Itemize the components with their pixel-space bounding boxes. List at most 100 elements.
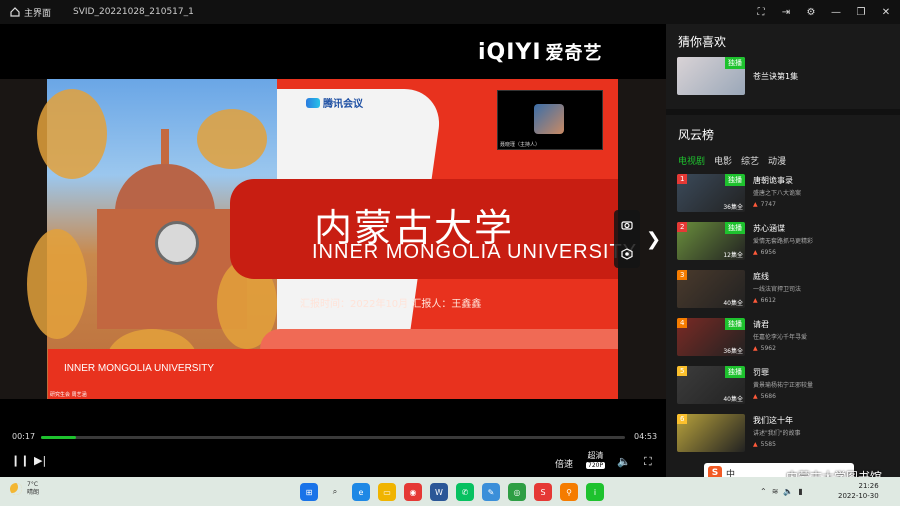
foliage <box>37 89 107 179</box>
section-divider <box>666 109 900 115</box>
rank-item-heat: ▲ 6612 <box>753 297 776 304</box>
tab-tv[interactable]: 电视剧 <box>678 154 705 167</box>
volume-icon[interactable]: 🔈 <box>617 455 631 468</box>
file-title: SVID_20221028_210517_1 <box>73 7 194 17</box>
rank-number: 5 <box>677 366 688 376</box>
episode-count: 40集全 <box>723 396 743 403</box>
episode-count: 40集全 <box>723 300 743 307</box>
quality-button[interactable]: 超清 720P <box>586 450 606 469</box>
rank-item-title: 庭线 <box>753 272 769 281</box>
window-controls: ⛶ ⇥ ⚙ — ❐ ✕ <box>755 0 892 24</box>
sidebar-toggle-chevron-icon[interactable]: ❯ <box>646 229 661 250</box>
title-bar: 主界面 SVID_20221028_210517_1 ⛶ ⇥ ⚙ — ❐ ✕ <box>0 0 900 24</box>
tab-anime[interactable]: 动漫 <box>768 154 786 167</box>
heat-value: 6612 <box>760 297 776 304</box>
search-icon[interactable]: ⌕ <box>326 483 344 501</box>
wifi-icon[interactable]: ≋ <box>772 487 779 496</box>
exclusive-badge: 独播 <box>725 174 745 186</box>
iqiyi-app-icon[interactable]: i <box>586 483 604 501</box>
rank-thumbnail: 6 <box>677 414 745 452</box>
rank-thumbnail: 3 40集全 <box>677 270 745 308</box>
rank-item[interactable]: 6 我们这十年 讲述"我们"的故事 ▲ 5585 <box>677 414 892 454</box>
screenshot-icon[interactable]: ⛶ <box>755 6 767 18</box>
rank-item-desc: 一线法官捍卫司法 <box>753 286 802 293</box>
minimize-icon[interactable]: — <box>830 6 842 18</box>
heat-value: 5585 <box>760 441 776 448</box>
close-icon[interactable]: ✕ <box>880 6 892 18</box>
progress-track[interactable] <box>41 436 625 439</box>
rank-number: 4 <box>677 318 688 328</box>
guess-item-name: 苍兰诀第1集 <box>753 72 799 81</box>
search-app-icon[interactable]: ⚲ <box>560 483 578 501</box>
rank-number: 6 <box>677 414 688 424</box>
clock-date: 2022-10-30 <box>838 492 879 500</box>
word-icon[interactable]: W <box>430 483 448 501</box>
feather-app-icon[interactable]: ✎ <box>482 483 500 501</box>
rank-item-desc: 任嘉伦李沁千年寻爱 <box>753 334 808 341</box>
camera-icon[interactable] <box>621 219 633 231</box>
exclusive-badge: 独播 <box>725 318 745 330</box>
slide-meta: 汇报时间：2022年10月 汇报人：王鑫鑫 <box>300 299 482 310</box>
ai-recognize-icon[interactable] <box>621 247 633 260</box>
video-player[interactable]: iQIYI 爱奇艺 腾讯会议 内蒙古大学 INNER MONGOLIA UNIVE… <box>0 24 666 477</box>
exclusive-badge: 独播 <box>725 222 745 234</box>
battery-icon[interactable]: ▮ <box>798 487 802 496</box>
player-controls: ❙❙ ▶| 倍速 超清 720P 🔈 ⛶ <box>0 450 666 476</box>
tab-variety[interactable]: 综艺 <box>741 154 759 167</box>
episode-count: 12集全 <box>723 252 743 259</box>
pause-icon[interactable]: ❙❙ <box>11 454 29 467</box>
fire-icon: ▲ <box>753 441 758 448</box>
weather-condition: 晴朗 <box>27 489 40 496</box>
exclusive-badge: 独播 <box>725 366 745 378</box>
edge-browser-icon[interactable]: e <box>352 483 370 501</box>
rank-item-desc: 爱情无套路抓马更精彩 <box>753 238 814 245</box>
home-button[interactable]: 主界面 <box>10 6 51 19</box>
cast-icon[interactable]: ⇥ <box>780 6 792 18</box>
foliage <box>27 229 87 339</box>
watermark-cn: 爱奇艺 <box>545 43 603 64</box>
rank-title: 风云榜 <box>678 128 715 142</box>
weather-widget[interactable]: 7°C 晴朗 <box>10 481 39 497</box>
fire-icon: ▲ <box>753 297 758 304</box>
guess-item[interactable]: 独播 苍兰诀第1集 <box>677 57 887 97</box>
rank-number: 2 <box>677 222 688 232</box>
slide-lower-band <box>48 349 618 399</box>
system-tray: ⌃ ≋ 🔈 ▮ <box>760 487 803 496</box>
rank-item[interactable]: 3 40集全 庭线一线法官捍卫司法 ▲ 6612 <box>677 270 892 310</box>
next-episode-icon[interactable]: ▶| <box>34 454 46 467</box>
chrome-icon[interactable]: ◉ <box>404 483 422 501</box>
watermark-brand: iQIYI <box>478 40 542 65</box>
rank-item-desc: 黄景瑜杨祐宁正邪较量 <box>753 382 814 389</box>
fire-icon: ▲ <box>753 249 758 256</box>
sogou-app-icon[interactable]: S <box>534 483 552 501</box>
settings-gear-icon[interactable]: ⚙ <box>805 6 817 18</box>
rank-item[interactable]: 1 独播 36集全 唐朝诡事录 盛唐之下八大诡案 ▲ 7747 <box>677 174 892 214</box>
rank-number: 1 <box>677 174 688 184</box>
taskbar-clock[interactable]: 21:26 2022-10-30 <box>838 481 879 501</box>
clock-time: 21:26 <box>858 482 879 490</box>
tab-movie[interactable]: 电影 <box>714 154 732 167</box>
foliage <box>197 109 267 169</box>
host-video-tile: 聂晓瑾（主持人） <box>497 90 603 150</box>
rank-item[interactable]: 4 独播 36集全 请君 任嘉伦李沁千年寻爱 ▲ 5962 <box>677 318 892 358</box>
windows-start-icon[interactable]: ⊞ <box>300 483 318 501</box>
tray-chevron-icon[interactable]: ⌃ <box>760 487 767 496</box>
rank-item[interactable]: 5 独播 40集全 罚罪 黄景瑜杨祐宁正邪较量 ▲ 5686 <box>677 366 892 406</box>
rank-item-heat: ▲ 6956 <box>753 249 776 256</box>
timebar: 00:17 04:53 <box>0 429 666 447</box>
fullscreen-icon[interactable]: ⛶ <box>644 455 652 469</box>
university-seal-icon <box>155 221 199 265</box>
rank-item[interactable]: 2 独播 12集全 苏心涵谍 爱情无套路抓马更精彩 ▲ 6956 <box>677 222 892 262</box>
rank-thumbnail: 4 独播 36集全 <box>677 318 745 356</box>
rank-item-title: 罚罪 <box>753 368 769 377</box>
wechat-icon[interactable]: ✆ <box>456 483 474 501</box>
rank-thumbnail: 2 独播 12集全 <box>677 222 745 260</box>
file-explorer-icon[interactable]: ▭ <box>378 483 396 501</box>
speed-button[interactable]: 倍速 <box>555 457 573 470</box>
taskbar-apps: ⊞ ⌕ e ▭ ◉ W ✆ ✎ ◎ S ⚲ i <box>300 483 604 501</box>
restore-icon[interactable]: ❐ <box>855 6 867 18</box>
rank-item-desc: 盛唐之下八大诡案 <box>753 190 802 197</box>
speaker-icon[interactable]: 🔈 <box>783 487 793 496</box>
slide-footer-en: INNER MONGOLIA UNIVERSITY <box>64 363 215 374</box>
360-browser-icon[interactable]: ◎ <box>508 483 526 501</box>
